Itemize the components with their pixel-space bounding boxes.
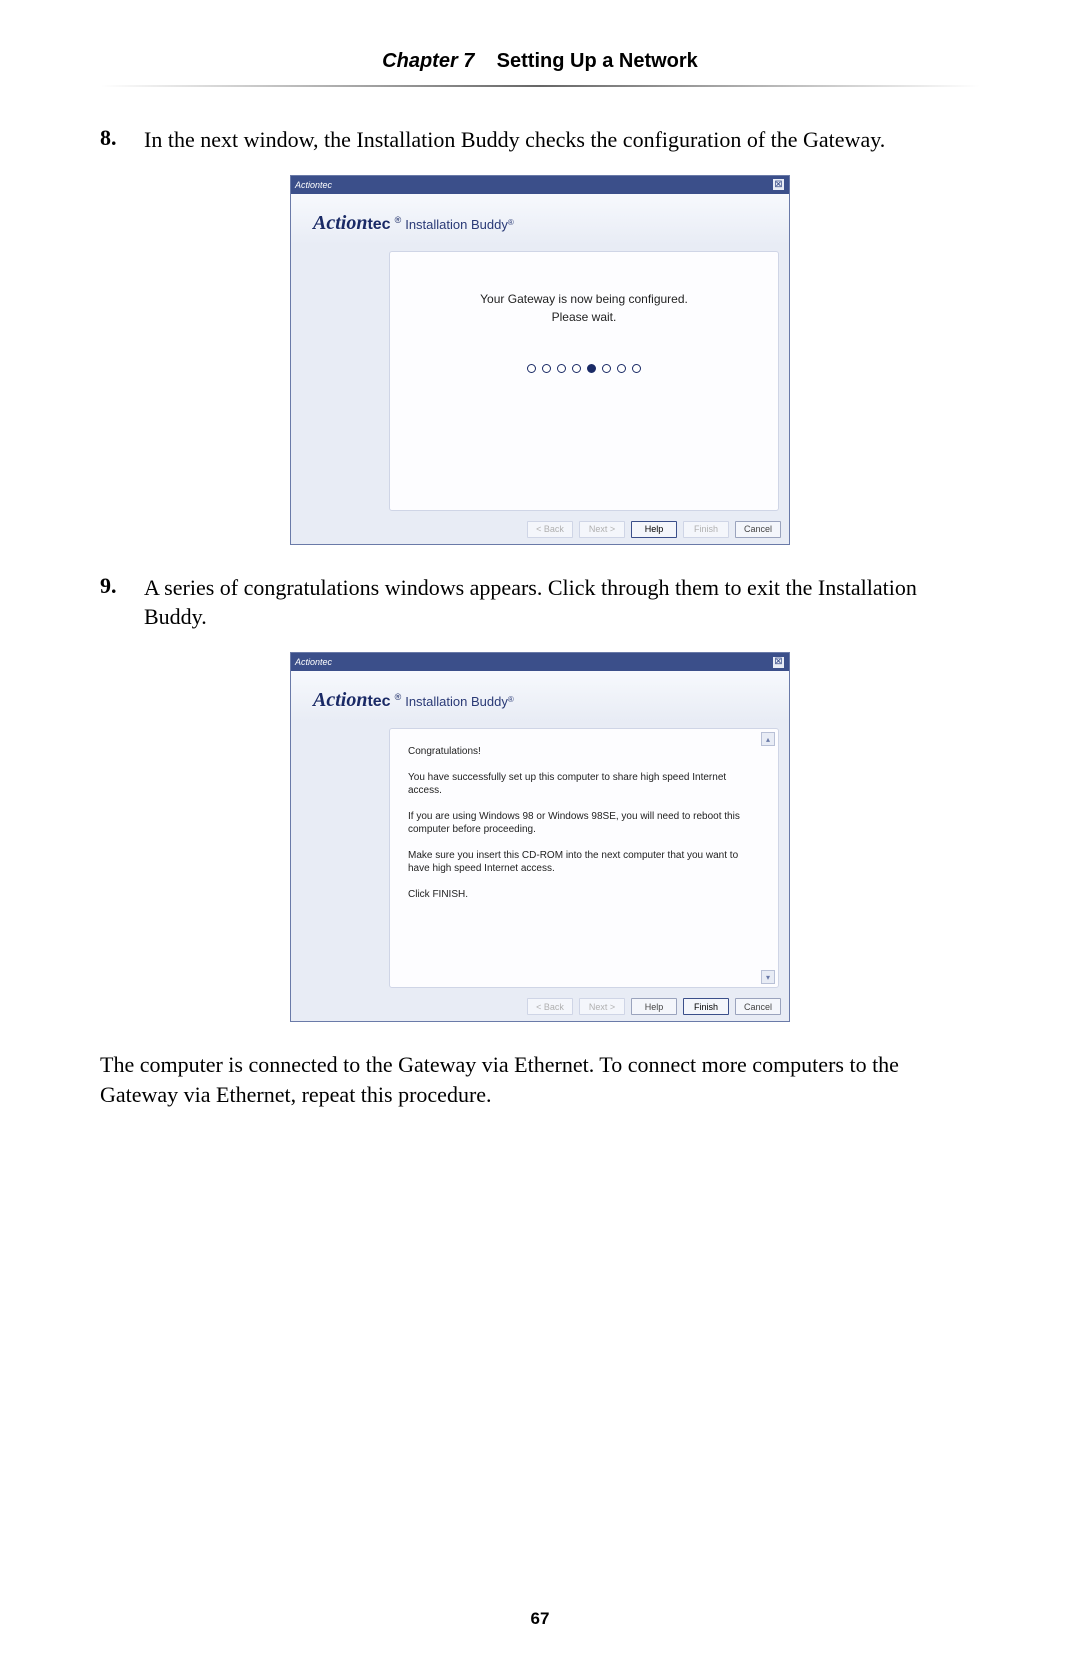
installer-window-configuring: Actiontec ⊠ Actiontec ® Installation Bud… [290,175,790,545]
progress-dot [557,364,566,373]
progress-dot-active [587,364,596,373]
next-button[interactable]: Next > [579,998,625,1015]
step-text: A series of congratulations windows appe… [144,573,980,632]
installer-body: ▴ Congratulations! You have successfully… [389,728,779,988]
step-9: 9. A series of congratulations windows a… [100,573,980,632]
congrats-line: Click FINISH. [408,888,760,902]
progress-dot [572,364,581,373]
scroll-down-icon[interactable]: ▾ [761,970,775,984]
cancel-button[interactable]: Cancel [735,998,781,1015]
page-number: 67 [0,1609,1080,1629]
chapter-number: Chapter 7 [382,50,474,72]
titlebar: Actiontec ⊠ [291,653,789,671]
congrats-line: If you are using Windows 98 or Windows 9… [408,810,760,837]
congrats-line: Make sure you insert this CD-ROM into th… [408,849,760,876]
titlebar-brand: Actiontec [295,180,332,190]
finish-button[interactable]: Finish [683,521,729,538]
brand-logo: Actiontec [313,689,391,712]
progress-indicator [527,364,641,373]
progress-dot [542,364,551,373]
titlebar-brand: Actiontec [295,657,332,667]
step-text: In the next window, the Installation Bud… [144,125,885,155]
finish-button[interactable]: Finish [683,998,729,1015]
step-8: 8. In the next window, the Installation … [100,125,980,155]
installer-footer: < Back Next > Help Finish Cancel [291,517,789,544]
registered-mark: ® [395,215,402,225]
next-button[interactable]: Next > [579,521,625,538]
close-icon[interactable]: ⊠ [772,656,785,669]
installer-header: Actiontec ® Installation Buddy® [291,671,789,722]
congrats-line: You have successfully set up this comput… [408,771,760,798]
header-divider [100,85,980,87]
progress-dot [602,364,611,373]
close-icon[interactable]: ⊠ [772,178,785,191]
app-name: Installation Buddy® [405,694,514,709]
back-button[interactable]: < Back [527,521,573,538]
help-button[interactable]: Help [631,998,677,1015]
titlebar: Actiontec ⊠ [291,176,789,194]
cancel-button[interactable]: Cancel [735,521,781,538]
brand-logo: Actiontec [313,212,391,235]
help-button[interactable]: Help [631,521,677,538]
step-number: 8. [100,125,144,155]
step-number: 9. [100,573,144,632]
figure-1-wrap: Actiontec ⊠ Actiontec ® Installation Bud… [100,175,980,545]
installer-body: Your Gateway is now being configured. Pl… [389,251,779,511]
chapter-title: Setting Up a Network [497,50,698,72]
app-name: Installation Buddy® [405,217,514,232]
progress-dot [527,364,536,373]
installer-footer: < Back Next > Help Finish Cancel [291,994,789,1021]
installer-header: Actiontec ® Installation Buddy® [291,194,789,245]
scroll-up-icon[interactable]: ▴ [761,732,775,746]
progress-dot [632,364,641,373]
progress-dot [617,364,626,373]
page-header: Chapter 7 Setting Up a Network [100,50,980,73]
back-button[interactable]: < Back [527,998,573,1015]
figure-2-wrap: Actiontec ⊠ Actiontec ® Installation Bud… [100,652,980,1022]
congrats-line: Congratulations! [408,745,760,759]
status-message: Your Gateway is now being configured. Pl… [480,290,688,326]
registered-mark: ® [395,692,402,702]
closing-paragraph: The computer is connected to the Gateway… [100,1050,980,1109]
installer-window-congrats: Actiontec ⊠ Actiontec ® Installation Bud… [290,652,790,1022]
congrats-text: Congratulations! You have successfully s… [390,729,778,923]
